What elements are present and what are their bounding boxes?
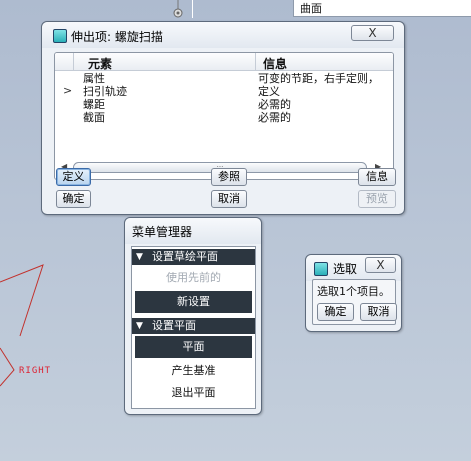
menu-item-new-setup[interactable]: 新设置 [135,291,252,313]
row-element: 属性 [83,72,105,85]
row-element: 截面 [83,111,105,124]
dialog-close-button[interactable]: X [351,25,394,41]
collapse-triangle-icon: ▼ [136,321,143,331]
row-info: 定义 [258,85,280,98]
header-separator [73,53,74,70]
menu-item-quit-plane[interactable]: 退出平面 [132,382,255,404]
menu-list: ▼ 设置草绘平面 使用先前的 新设置 ▼ 设置平面 平面 产生基准 退出平面 [131,246,256,409]
row-element: 扫引轨迹 [83,85,127,98]
menu-section-sketch-plane[interactable]: ▼ 设置草绘平面 [132,249,255,265]
table-row[interactable]: 截面 必需的 [55,111,393,124]
menu-section-setup-plane[interactable]: ▼ 设置平面 [132,318,255,334]
select-window-icon [314,262,328,276]
helical-sweep-dialog: 伸出项: 螺旋扫描 X 元素 信息 属性 可变的节距，右手定则， > 扫引轨迹 … [41,21,405,215]
anchor-icon [173,0,183,18]
select-cancel-button[interactable]: 取消 [360,303,397,321]
reference-button[interactable]: 参照 [211,168,247,186]
row-element: 螺距 [83,98,105,111]
toolbar-separator [192,0,193,18]
row-info: 必需的 [258,111,291,124]
table-row[interactable]: 螺距 必需的 [55,98,393,111]
menu-manager: 菜单管理器 ▼ 设置草绘平面 使用先前的 新设置 ▼ 设置平面 平面 产生基准 … [124,217,262,415]
cancel-button[interactable]: 取消 [211,190,247,208]
row-info: 可变的节距，右手定则， [258,72,379,85]
ok-button[interactable]: 确定 [56,190,91,208]
select-close-button[interactable]: X [365,257,396,273]
menu-item-use-previous: 使用先前的 [166,271,221,284]
collapse-triangle-icon: ▼ [136,252,143,262]
select-ok-button[interactable]: 确定 [317,303,354,321]
feature-type-field[interactable]: 曲面 [293,0,471,17]
table-header: 元素 信息 [55,53,393,71]
column-header-element[interactable]: 元素 [88,55,112,72]
dialog-window-icon [53,29,67,43]
top-toolbar-strip: 曲面 [0,0,471,18]
element-table: 元素 信息 属性 可变的节距，右手定则， > 扫引轨迹 定义 螺距 必需的 截面… [54,52,394,180]
select-prompt: 选取1个项目。 [317,285,390,298]
row-info: 必需的 [258,98,291,111]
info-button[interactable]: 信息 [358,168,396,186]
dialog-title: 伸出项: 螺旋扫描 [71,30,163,44]
datum-plane-label: RIGHT [19,366,52,376]
menu-item-make-datum[interactable]: 产生基准 [132,360,255,382]
table-row[interactable]: 属性 可变的节距，右手定则， [55,72,393,85]
define-button[interactable]: 定义 [56,168,91,186]
select-dialog-title: 选取 [333,262,358,276]
column-header-info[interactable]: 信息 [263,55,287,72]
preview-button: 预览 [358,190,396,208]
select-dialog: 选取 X 选取1个项目。 确定 取消 [305,254,402,332]
menu-manager-title: 菜单管理器 [132,225,193,239]
menu-item-plane[interactable]: 平面 [135,336,252,358]
datum-sketch-lines [0,264,44,387]
current-row-marker: > [63,84,73,97]
header-separator [255,53,256,70]
table-row[interactable]: > 扫引轨迹 定义 [55,84,393,98]
